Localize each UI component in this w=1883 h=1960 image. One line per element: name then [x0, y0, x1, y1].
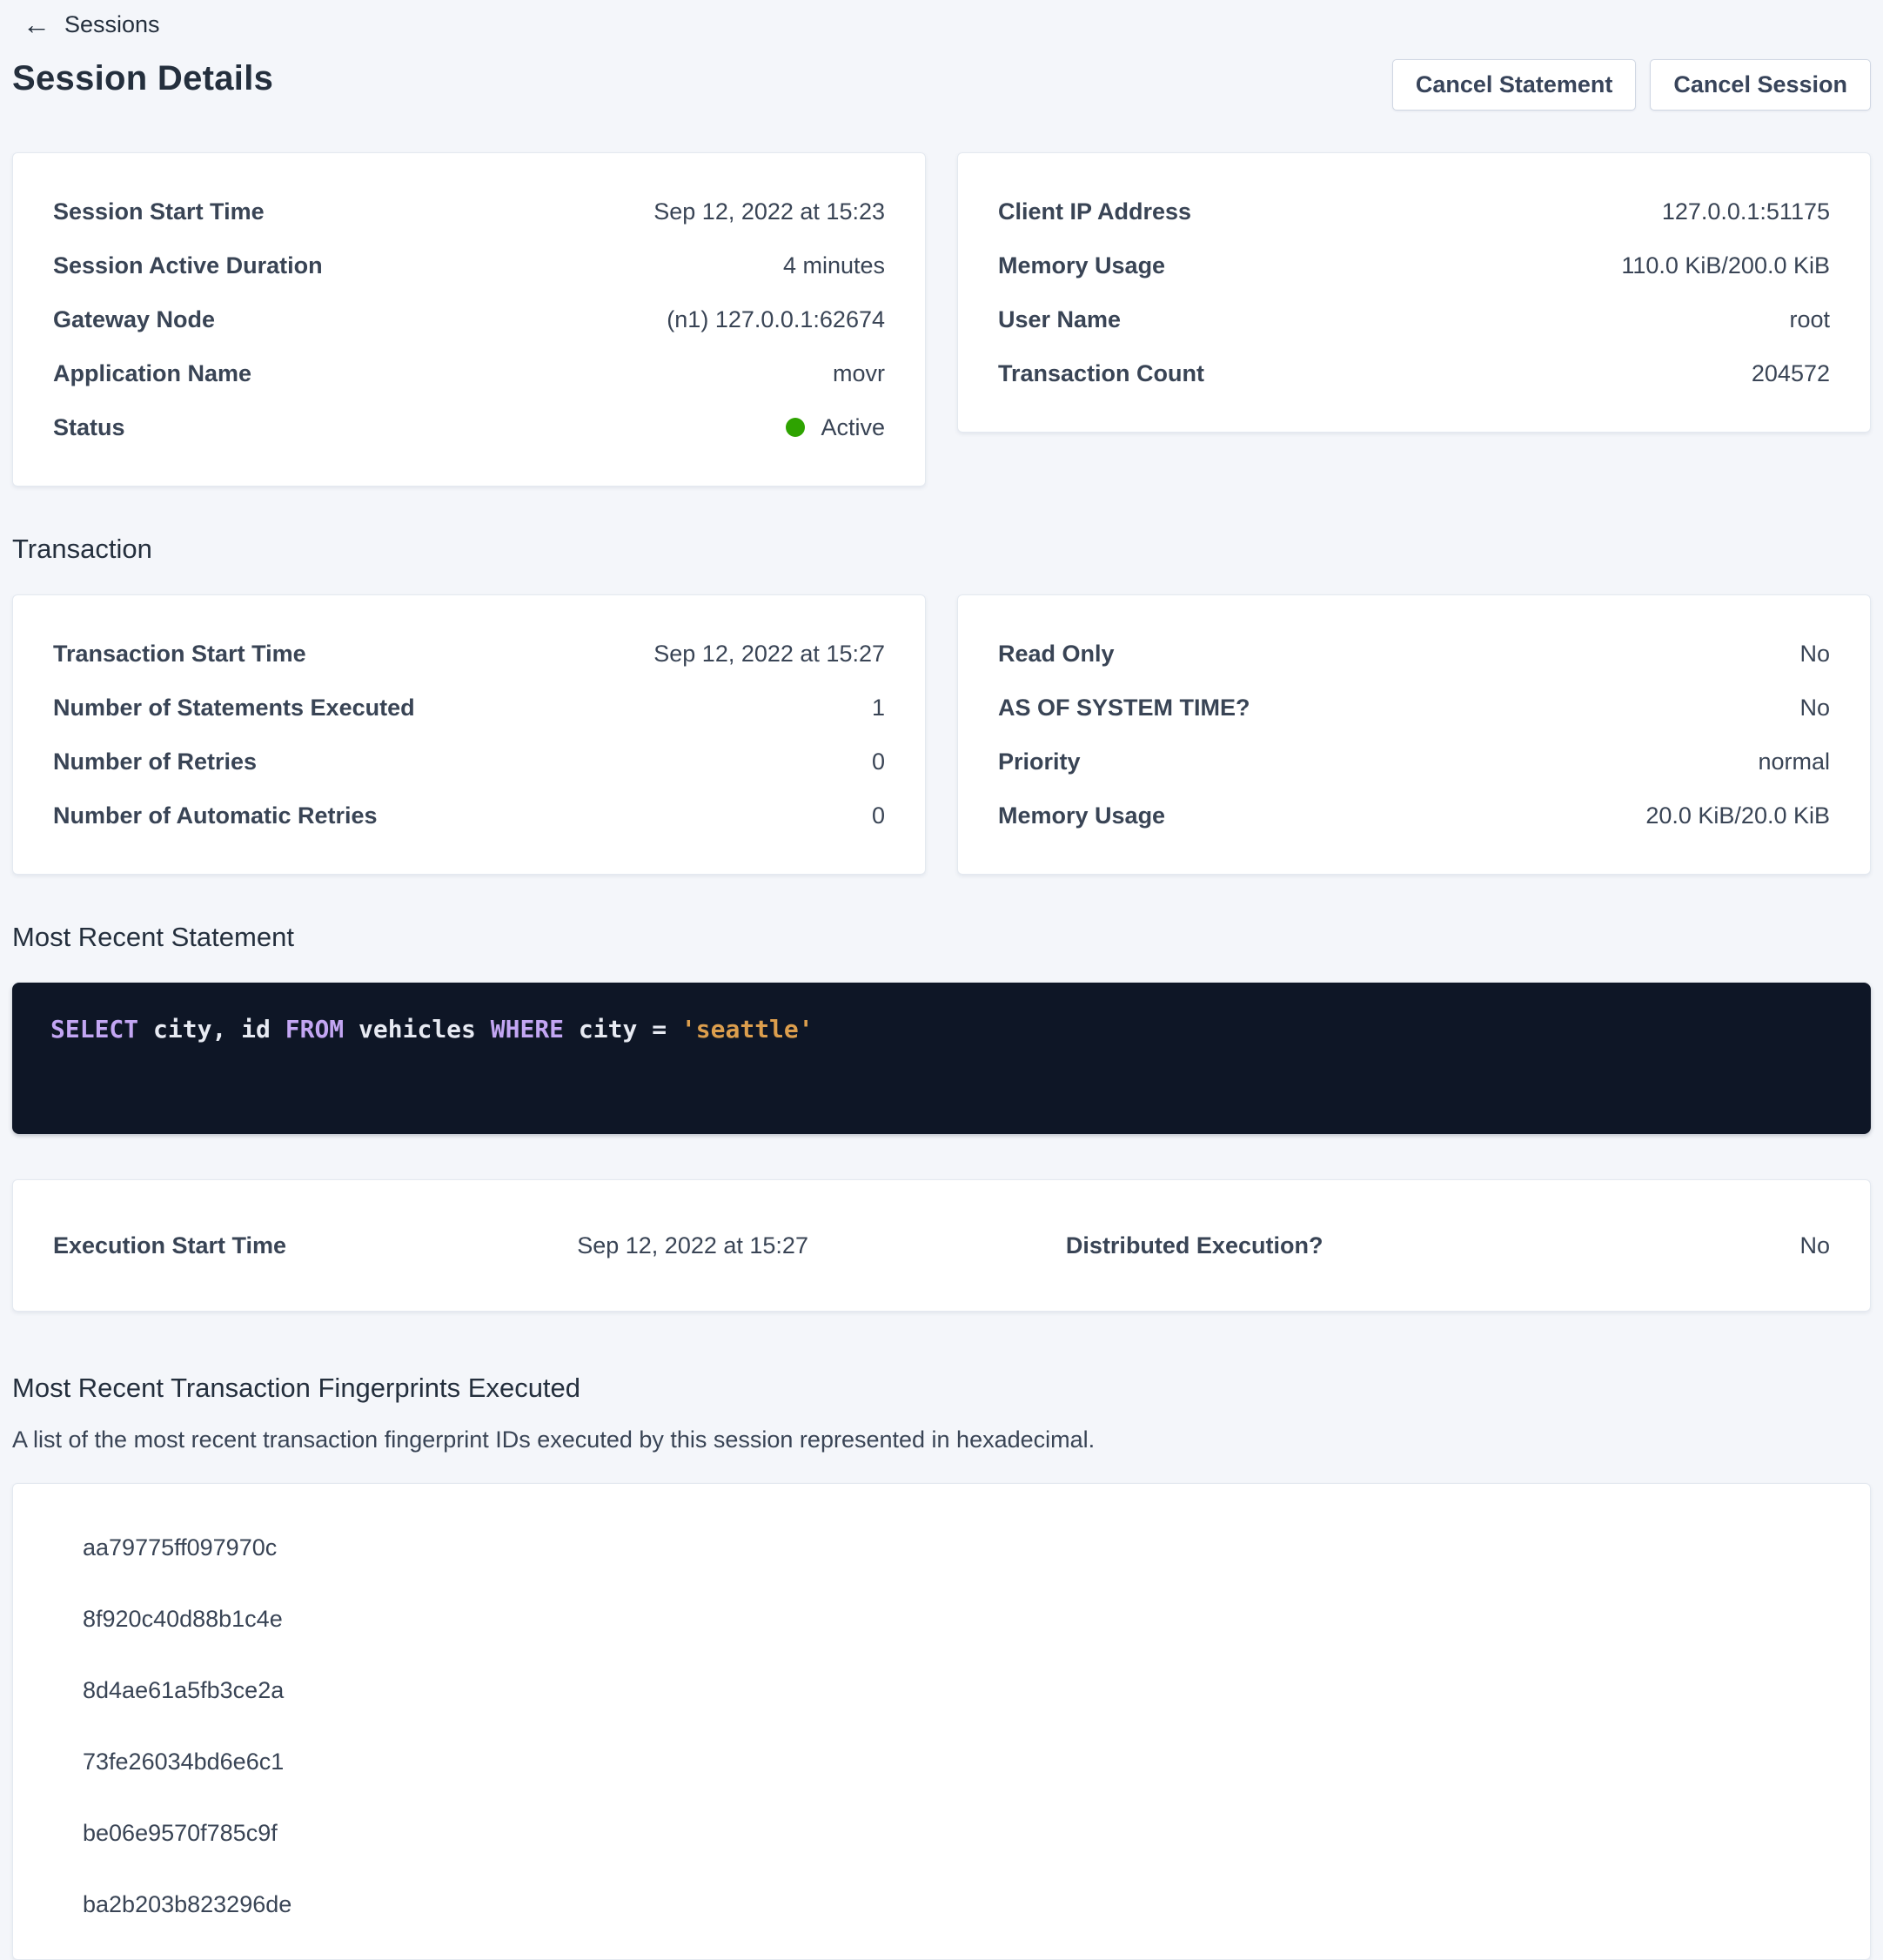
row-label: Number of Retries [53, 747, 257, 776]
row-label: Number of Statements Executed [53, 693, 415, 722]
row-label: Gateway Node [53, 305, 215, 334]
status-badge: Active [786, 413, 885, 442]
session-summary-grid: Session Start Time Sep 12, 2022 at 15:23… [12, 152, 1871, 487]
row-label: Priority [998, 747, 1081, 776]
summary-row: Read Only No [998, 627, 1830, 681]
sql-plain: city = [564, 1015, 681, 1044]
summary-row: Client IP Address 127.0.0.1:51175 [998, 185, 1830, 238]
cancel-session-button[interactable]: Cancel Session [1650, 59, 1871, 111]
session-details-page: ← Sessions Session Details Cancel Statem… [0, 0, 1883, 1960]
page-header: Session Details Cancel Statement Cancel … [12, 59, 1871, 111]
page-title: Session Details [12, 59, 273, 98]
fingerprints-section-description: A list of the most recent transaction fi… [12, 1426, 1871, 1453]
row-label: Execution Start Time [53, 1231, 319, 1260]
sql-statement-text: SELECT city, id FROM vehicles WHERE city… [50, 1012, 1833, 1047]
sql-plain: city, id [138, 1015, 285, 1044]
fingerprint-item: 8d4ae61a5fb3ce2a [83, 1655, 1830, 1726]
row-label: AS OF SYSTEM TIME? [998, 693, 1250, 722]
summary-row: Priority normal [998, 735, 1830, 789]
summary-row: Session Start Time Sep 12, 2022 at 15:23 [53, 185, 885, 238]
row-label: User Name [998, 305, 1121, 334]
fingerprint-item: 73fe26034bd6e6c1 [83, 1726, 1830, 1797]
sql-string-literal: 'seattle' [681, 1015, 814, 1044]
summary-row: Number of Retries 0 [53, 735, 885, 789]
row-value: 1 [872, 693, 885, 722]
row-value: 0 [872, 801, 885, 830]
row-value: 204572 [1752, 359, 1830, 388]
fingerprint-item: aa79775ff097970c [83, 1512, 1830, 1583]
row-value: No [1799, 639, 1830, 668]
row-label: Transaction Count [998, 359, 1204, 388]
summary-row: Gateway Node (n1) 127.0.0.1:62674 [53, 292, 885, 346]
transaction-section-title: Transaction [12, 534, 1871, 565]
statement-section-title: Most Recent Statement [12, 922, 1871, 953]
fingerprints-section-title: Most Recent Transaction Fingerprints Exe… [12, 1373, 1871, 1404]
row-value: 0 [872, 747, 885, 776]
row-label: Read Only [998, 639, 1115, 668]
summary-row: Transaction Count 204572 [998, 346, 1830, 400]
row-label: Memory Usage [998, 801, 1165, 830]
row-value: Sep 12, 2022 at 15:27 [319, 1231, 1066, 1260]
status-text: Active [821, 413, 885, 442]
client-info-card: Client IP Address 127.0.0.1:51175 Memory… [957, 152, 1871, 433]
sql-keyword: WHERE [491, 1015, 564, 1044]
summary-row: Memory Usage 110.0 KiB/200.0 KiB [998, 238, 1830, 292]
row-label: Application Name [53, 359, 251, 388]
row-label: Number of Automatic Retries [53, 801, 378, 830]
summary-row: User Name root [998, 292, 1830, 346]
fingerprint-item: 8f920c40d88b1c4e [83, 1583, 1830, 1655]
row-value: root [1789, 305, 1830, 334]
transaction-grid: Transaction Start Time Sep 12, 2022 at 1… [12, 594, 1871, 875]
breadcrumb-back-sessions[interactable]: ← Sessions [23, 10, 160, 38]
summary-row: Memory Usage 20.0 KiB/20.0 KiB [998, 789, 1830, 842]
row-value: Sep 12, 2022 at 15:23 [653, 197, 885, 226]
row-label: Session Active Duration [53, 251, 323, 280]
row-label: Memory Usage [998, 251, 1165, 280]
row-value: normal [1758, 747, 1830, 776]
arrow-left-icon: ← [23, 10, 50, 38]
sql-keyword: FROM [285, 1015, 344, 1044]
fingerprint-item: be06e9570f785c9f [83, 1797, 1830, 1869]
row-value: 127.0.0.1:51175 [1662, 197, 1830, 226]
row-value: 20.0 KiB/20.0 KiB [1645, 801, 1830, 830]
transaction-props-card: Read Only No AS OF SYSTEM TIME? No Prior… [957, 594, 1871, 875]
row-label: Client IP Address [998, 197, 1191, 226]
sql-keyword: SELECT [50, 1015, 138, 1044]
summary-row: AS OF SYSTEM TIME? No [998, 681, 1830, 735]
row-value: 4 minutes [783, 251, 885, 280]
row-value: Sep 12, 2022 at 15:27 [653, 639, 885, 668]
row-value: movr [833, 359, 885, 388]
summary-row: Number of Automatic Retries 0 [53, 789, 885, 842]
transaction-info-card: Transaction Start Time Sep 12, 2022 at 1… [12, 594, 926, 875]
row-label: Transaction Start Time [53, 639, 306, 668]
summary-row: Status Active [53, 400, 885, 454]
header-actions: Cancel Statement Cancel Session [1392, 59, 1871, 111]
cancel-statement-button[interactable]: Cancel Statement [1392, 59, 1637, 111]
row-value: 110.0 KiB/200.0 KiB [1621, 251, 1830, 280]
summary-row: Number of Statements Executed 1 [53, 681, 885, 735]
row-label: Status [53, 413, 125, 442]
sql-statement-box: SELECT city, id FROM vehicles WHERE city… [12, 983, 1871, 1134]
row-label: Session Start Time [53, 197, 265, 226]
gateway-node-link[interactable]: (n1) 127.0.0.1:62674 [667, 305, 885, 334]
row-value: No [1510, 1231, 1830, 1260]
summary-row: Session Active Duration 4 minutes [53, 238, 885, 292]
summary-row: Transaction Start Time Sep 12, 2022 at 1… [53, 627, 885, 681]
summary-row: Application Name movr [53, 346, 885, 400]
breadcrumb-label: Sessions [64, 11, 160, 38]
session-info-card: Session Start Time Sep 12, 2022 at 15:23… [12, 152, 926, 487]
status-active-dot-icon [786, 418, 805, 437]
execution-info-card: Execution Start Time Sep 12, 2022 at 15:… [12, 1179, 1871, 1312]
fingerprint-list-card: aa79775ff097970c 8f920c40d88b1c4e 8d4ae6… [12, 1483, 1871, 1960]
sql-plain: vehicles [344, 1015, 491, 1044]
row-value: No [1799, 693, 1830, 722]
fingerprint-item: ba2b203b823296de [83, 1869, 1830, 1940]
row-label: Distributed Execution? [1066, 1231, 1511, 1260]
